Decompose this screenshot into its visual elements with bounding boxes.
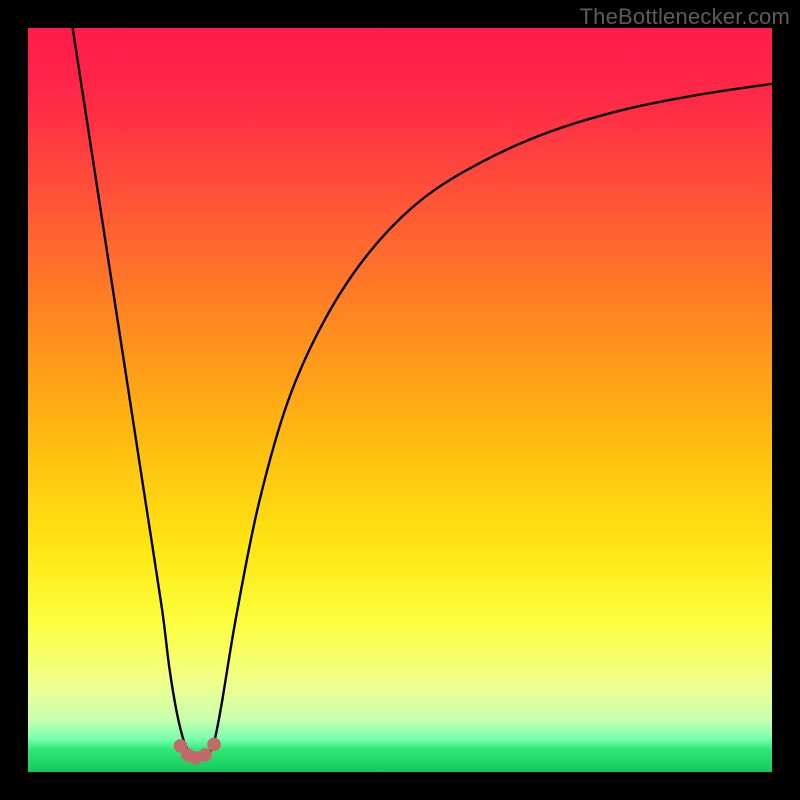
marker-group <box>174 738 221 765</box>
plot-area <box>28 28 772 772</box>
data-marker <box>198 748 212 762</box>
data-marker <box>207 738 221 752</box>
watermark-label: TheBottlenecker.com <box>580 4 790 30</box>
chart-svg <box>28 28 772 772</box>
chart-frame: TheBottlenecker.com <box>0 0 800 800</box>
curve-right-branch <box>207 84 772 757</box>
curve-left-branch <box>73 28 192 757</box>
